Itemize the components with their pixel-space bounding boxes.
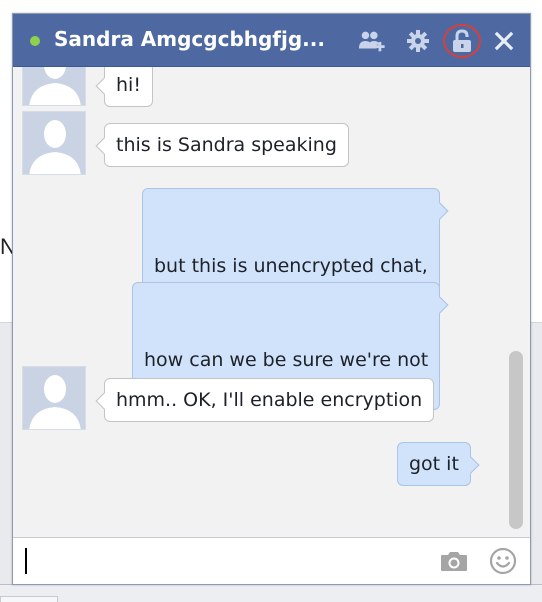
chat-title[interactable]: Sandra Amgcgcbhgfjg...	[54, 27, 325, 51]
scrollbar-thumb[interactable]	[509, 351, 523, 529]
close-icon[interactable]	[490, 28, 518, 54]
camera-icon[interactable]	[438, 546, 470, 576]
message-bubble-incoming: this is Sandra speaking	[95, 123, 349, 167]
message-input[interactable]	[29, 544, 429, 578]
add-friends-icon[interactable]	[358, 28, 386, 54]
contact-avatar[interactable]	[22, 67, 86, 106]
bubble-tail	[462, 456, 480, 474]
message-list[interactable]: hi! this is Sandra speaking but this is …	[13, 67, 530, 537]
message-composer[interactable]	[13, 537, 530, 584]
message-text: hi!	[116, 74, 141, 96]
bubble-tail	[431, 296, 449, 314]
gear-icon[interactable]	[404, 28, 432, 54]
unlocked-padlock-icon[interactable]	[448, 28, 476, 54]
message-text: hmm.. OK, I'll enable encryption	[116, 389, 423, 411]
message-text: this is Sandra speaking	[116, 134, 337, 156]
chat-window: Sandra Amgcgcbhgfjg... hi! this is Sandr…	[12, 13, 531, 585]
background-page-text: N	[0, 234, 12, 259]
message-bubble-outgoing: got it	[397, 442, 480, 486]
bubble-tail	[431, 202, 449, 220]
message-text: got it	[409, 453, 459, 475]
bubble-tail	[95, 77, 113, 95]
bottom-bar	[0, 584, 542, 602]
smiley-icon[interactable]	[487, 546, 519, 576]
message-bubble-incoming: hi!	[95, 67, 153, 107]
bubble-tail	[95, 392, 113, 410]
online-status-indicator	[30, 36, 40, 46]
bottom-tab[interactable]	[0, 596, 58, 602]
contact-avatar[interactable]	[22, 111, 86, 175]
bubble-tail	[95, 137, 113, 155]
contact-avatar[interactable]	[22, 366, 86, 430]
text-caret	[25, 548, 27, 574]
message-bubble-incoming: hmm.. OK, I'll enable encryption	[95, 378, 435, 422]
chat-header[interactable]: Sandra Amgcgcbhgfjg...	[13, 14, 530, 67]
